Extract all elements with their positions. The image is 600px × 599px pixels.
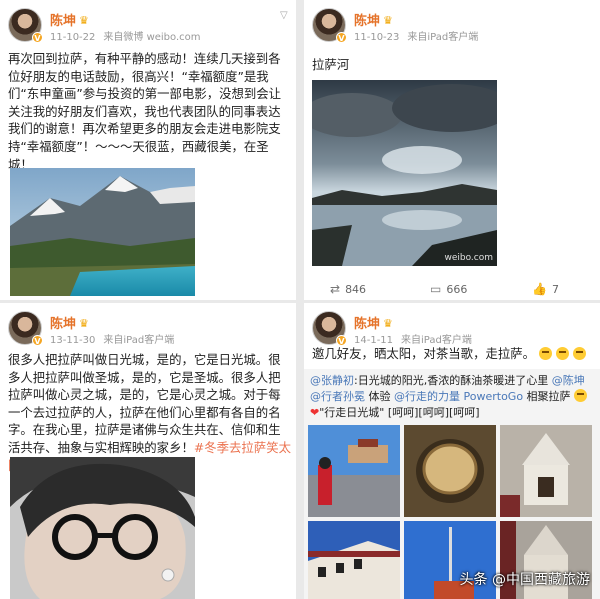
repost-icon: ⇄ [330, 282, 341, 296]
verified-icon: V [32, 32, 43, 43]
repost-button[interactable]: ⇄ 846 [330, 282, 366, 296]
mountain-lake-photo[interactable] [10, 168, 195, 296]
post-header: V 陈坤 ♛ 14-1-11 来自iPad客户端 [312, 311, 600, 349]
lhasa-river-photo[interactable]: weibo.com [312, 80, 497, 266]
post-header: V 陈坤 ♛ 11-10-23 来自iPad客户端 [312, 8, 600, 46]
vip-crown-icon: ♛ [79, 317, 89, 330]
post-meta: 11-10-23 来自iPad客户端 [354, 32, 479, 43]
chevron-down-icon[interactable]: ▽ [280, 10, 288, 21]
post-header: V 陈坤 ♛ 13-11-30 来自iPad客户端 [8, 311, 296, 349]
username[interactable]: 陈坤 ♛ [354, 10, 393, 29]
post-meta: 13-11-30 来自iPad客户端 [50, 335, 175, 346]
thumbs-up-icon: 👍 [532, 282, 547, 296]
post-text: 很多人把拉萨叫做日光城，是的，它是日光城。很多人把拉萨叫做圣城，是的，它是圣城。… [8, 351, 292, 474]
action-bar: ⇄ 846 ▭ 666 👍 7 [304, 276, 600, 300]
post-card-4: V 陈坤 ♛ 14-1-11 来自iPad客户端 邀几好友，晒太阳，对茶当歌，走拉萨… [304, 303, 600, 599]
grid-photo-stupa[interactable] [500, 425, 592, 517]
mention-link[interactable]: @陈坤 [552, 374, 585, 387]
verified-icon: V [336, 32, 347, 43]
laugh-emoji-icon [555, 347, 569, 360]
post-meta: 14-1-11 来自iPad客户端 [354, 335, 472, 346]
comment-button[interactable]: ▭ 666 [430, 282, 467, 296]
mention-link[interactable]: @行者孙冕 [310, 390, 365, 403]
post-text: 邀几好友，晒太阳，对茶当歌，走拉萨。 [312, 345, 586, 363]
post-card-3: V 陈坤 ♛ 13-11-30 来自iPad客户端 很多人把拉萨叫做日光城，是的，它… [0, 303, 296, 599]
verified-icon: V [32, 335, 43, 346]
smile-emoji-icon [574, 389, 588, 402]
post-text: 再次回到拉萨，有种平静的感动！连续几天接到各位好朋友的电话鼓励，很高兴！“幸福额… [8, 51, 282, 172]
vip-crown-icon: ♛ [383, 317, 393, 330]
repost-text: @张静初:日光城的阳光,香浓的酥油茶暖进了心里 @陈坤 @行者孙冕 体验 @行走… [310, 373, 600, 421]
post-meta: 11-10-22 来自微博 weibo.com [50, 32, 201, 43]
laugh-emoji-icon [538, 347, 552, 360]
post-text: 拉萨河 [312, 57, 350, 72]
image-watermark: weibo.com [444, 253, 493, 263]
grid-photo-monastery[interactable] [308, 521, 400, 599]
like-button[interactable]: 👍 7 [532, 282, 559, 296]
post-header: V 陈坤 ♛ 11-10-22 来自微博 weibo.com [8, 8, 296, 46]
vip-crown-icon: ♛ [383, 14, 393, 27]
comment-icon: ▭ [430, 282, 442, 296]
username[interactable]: 陈坤 ♛ [354, 313, 393, 332]
footer-watermark: 头条 @中国西藏旅游 [459, 572, 590, 588]
vip-crown-icon: ♛ [79, 14, 89, 27]
reposted-content: @张静初:日光城的阳光,香浓的酥油茶暖进了心里 @陈坤 @行者孙冕 体验 @行走… [304, 369, 600, 599]
post-card-1: V 陈坤 ♛ 11-10-22 来自微博 weibo.com ▽ 再次回到拉萨，有种… [0, 0, 296, 300]
mention-link[interactable]: @张静初 [310, 374, 354, 387]
heart-icon: ❤ [310, 406, 320, 419]
grid-photo-potala[interactable] [308, 425, 400, 517]
username[interactable]: 陈坤 ♛ [50, 313, 89, 332]
grid-photo-butter-tea[interactable] [404, 425, 496, 517]
post-card-2: V 陈坤 ♛ 11-10-23 来自iPad客户端 拉萨河 weibo.com ⇄ 8… [304, 0, 600, 300]
username[interactable]: 陈坤 ♛ [50, 10, 89, 29]
laugh-emoji-icon [572, 347, 586, 360]
selfie-photo[interactable] [10, 457, 195, 599]
mention-link[interactable]: @行走的力量 PowertoGo [394, 390, 523, 403]
